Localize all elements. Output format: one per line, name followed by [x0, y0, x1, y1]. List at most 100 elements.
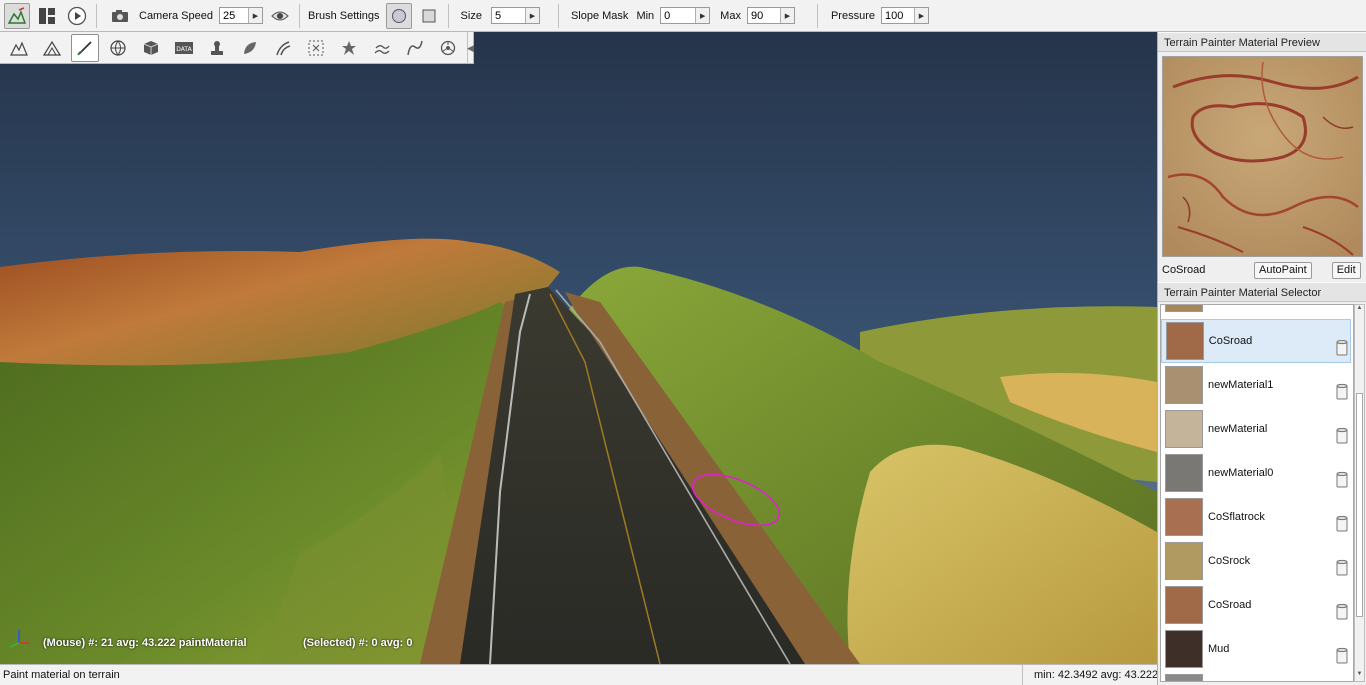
material-thumbnail	[1165, 674, 1203, 681]
material-name: CoSrock	[1208, 555, 1251, 567]
chevron-right-icon[interactable]: ▶	[695, 8, 710, 23]
eye-icon[interactable]	[267, 3, 293, 29]
svg-text:DATA: DATA	[176, 46, 192, 53]
star-icon[interactable]	[335, 34, 363, 62]
material-name: newMaterial	[1208, 423, 1268, 435]
material-thumbnail	[1165, 454, 1203, 492]
max-field[interactable]: ▶	[746, 7, 795, 24]
list-item[interactable]: CoSroad	[1161, 319, 1351, 363]
layout-icon[interactable]	[34, 3, 60, 29]
trash-icon[interactable]	[1334, 338, 1350, 356]
material-list[interactable]: CoSroad newMaterial1 newMaterial newMate…	[1160, 304, 1354, 682]
raise-terrain-icon[interactable]	[5, 34, 33, 62]
scroll-down-icon[interactable]: ▼	[1355, 671, 1364, 681]
material-name: newMaterial1	[1208, 379, 1274, 391]
list-item[interactable]: CoSrock	[1161, 539, 1351, 583]
chevron-right-icon[interactable]: ▶	[248, 8, 262, 23]
trash-icon[interactable]	[1334, 426, 1350, 444]
material-thumbnail	[1165, 305, 1203, 312]
material-thumbnail	[1165, 542, 1203, 580]
list-item[interactable]	[1161, 305, 1351, 315]
toolbar-separator	[447, 3, 449, 28]
max-label: Max	[720, 9, 741, 22]
play-icon[interactable]	[64, 3, 90, 29]
spline-icon[interactable]	[401, 34, 429, 62]
cube-icon[interactable]	[137, 34, 165, 62]
min-field[interactable]: ▶	[660, 7, 711, 24]
chevron-right-icon[interactable]: ▶	[779, 8, 794, 23]
gizmo-icon[interactable]	[434, 34, 462, 62]
selected-readout: (Selected) #: 0 avg: 0	[303, 637, 413, 649]
river-icon[interactable]	[368, 34, 396, 62]
list-item[interactable]: newMaterial	[1161, 407, 1351, 451]
material-name: CoSflatrock	[1208, 511, 1265, 523]
axis-gizmo-icon	[6, 627, 32, 652]
material-thumbnail	[1165, 630, 1203, 668]
toolbar-separator	[96, 3, 97, 28]
status-message: Paint material on terrain	[3, 669, 120, 681]
paint-brush-icon[interactable]	[71, 33, 99, 62]
stamp-icon[interactable]	[203, 34, 231, 62]
pressure-input[interactable]	[881, 8, 914, 23]
material-thumbnail	[1165, 410, 1203, 448]
terrain-editor-icon[interactable]	[4, 2, 30, 29]
leaf-icon[interactable]	[236, 34, 264, 62]
list-item[interactable]: CoSroad	[1161, 583, 1351, 627]
mountain-icon[interactable]	[38, 34, 66, 62]
trash-icon[interactable]	[1334, 602, 1350, 620]
status-stats: min: 42.3492 avg: 43.222	[1022, 665, 1157, 685]
material-name: CoSroad	[1208, 599, 1252, 611]
material-thumbnail	[1165, 498, 1203, 536]
right-panel: Terrain Painter Material Preview CoSroad…	[1157, 32, 1366, 685]
material-name: CoSroad	[1208, 335, 1253, 347]
road-icon[interactable]	[269, 34, 297, 62]
globe-icon[interactable]	[104, 34, 132, 62]
material-thumbnail	[1165, 366, 1203, 404]
slope-min-input[interactable]	[661, 8, 696, 23]
camera-icon[interactable]	[107, 3, 133, 29]
preview-material-name: CoSroad	[1162, 264, 1206, 276]
scene-viewport[interactable]: (Mouse) #: 21 avg: 43.222 paintMaterial …	[0, 32, 1157, 664]
data-icon[interactable]: DATA	[170, 34, 198, 62]
list-item[interactable]: newMaterial1	[1161, 363, 1351, 407]
scrollbar-thumb[interactable]	[1356, 393, 1363, 617]
chevron-right-icon[interactable]: ▶	[524, 8, 539, 23]
trash-icon[interactable]	[1334, 646, 1350, 664]
material-name: Mud	[1208, 643, 1230, 655]
list-item[interactable]: newMaterial0	[1161, 451, 1351, 495]
main-toolbar: Camera Speed ▶ Brush Settings Size ▶ Slo…	[0, 0, 1366, 32]
size-label: Size	[460, 9, 482, 22]
select-region-icon[interactable]	[302, 34, 330, 62]
terrain-scene	[0, 32, 1157, 664]
scroll-up-icon[interactable]: ▲	[1355, 305, 1364, 315]
slope-mask-label: Slope Mask	[570, 9, 629, 22]
trash-icon[interactable]	[1334, 470, 1350, 488]
size-field[interactable]: ▶	[490, 7, 540, 24]
size-input[interactable]	[491, 8, 525, 23]
preview-controls: CoSroad AutoPaint Edit	[1158, 260, 1366, 280]
chevron-right-icon[interactable]: ▶	[913, 8, 928, 23]
square-brush-icon[interactable]	[416, 3, 442, 29]
camera-speed-field[interactable]: ▶	[219, 7, 263, 24]
trash-icon[interactable]	[1334, 514, 1350, 532]
material-selector-title: Terrain Painter Material Selector	[1158, 282, 1366, 302]
list-item[interactable]	[1161, 671, 1351, 681]
camera-speed-label: Camera Speed	[139, 9, 213, 22]
edit-button[interactable]: Edit	[1331, 261, 1361, 279]
toolbar-separator	[816, 3, 818, 28]
palette-collapse-handle[interactable]: ◀	[467, 32, 474, 64]
trash-icon[interactable]	[1334, 382, 1350, 400]
list-item[interactable]: Mud	[1161, 627, 1351, 671]
slope-max-input[interactable]	[747, 8, 780, 23]
toolbar-separator	[557, 3, 559, 28]
circle-brush-icon[interactable]	[385, 2, 412, 29]
autopaint-button[interactable]: AutoPaint	[1254, 261, 1312, 279]
material-thumbnail	[1165, 586, 1203, 624]
material-list-scrollbar[interactable]: ▲ ▼	[1354, 304, 1365, 682]
tool-palette: DATA ◀	[0, 32, 474, 64]
list-item[interactable]: CoSflatrock	[1161, 495, 1351, 539]
camera-speed-input[interactable]	[220, 8, 248, 23]
trash-icon[interactable]	[1334, 558, 1350, 576]
pressure-field[interactable]: ▶	[880, 7, 929, 24]
min-label: Min	[636, 9, 655, 22]
